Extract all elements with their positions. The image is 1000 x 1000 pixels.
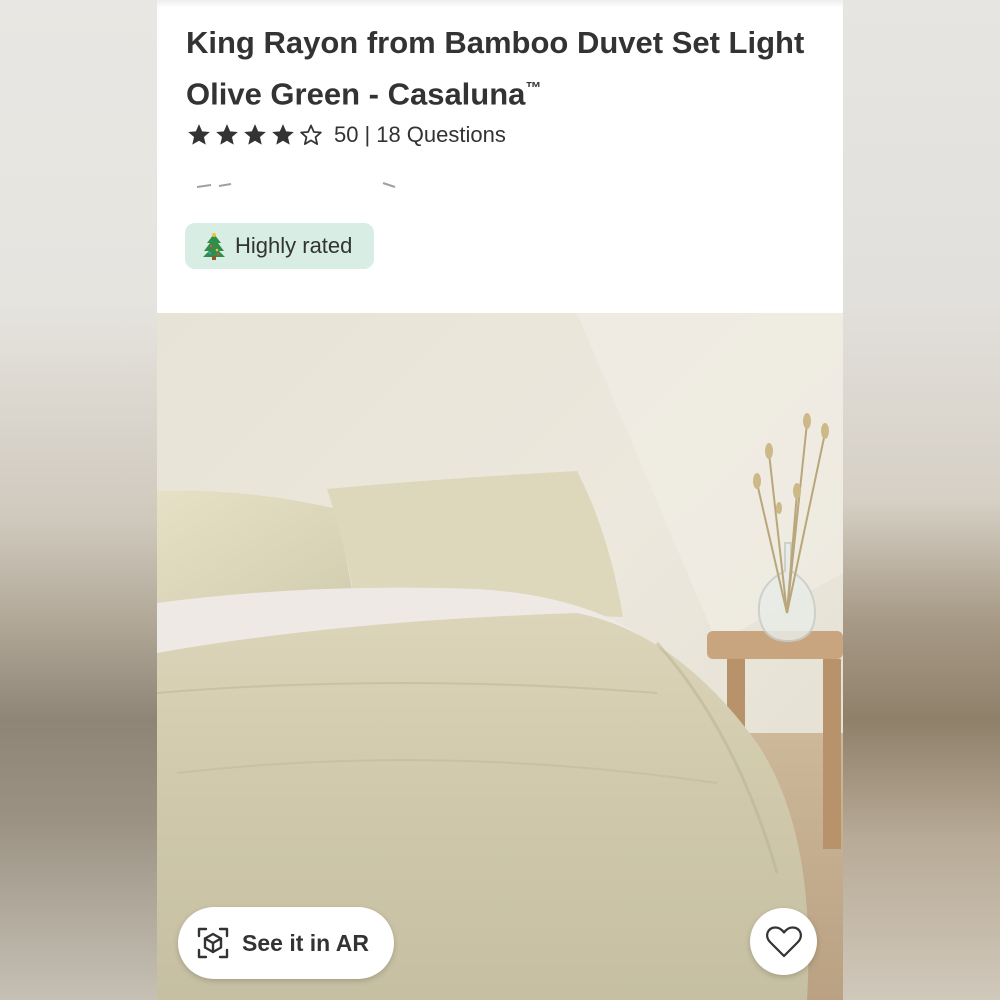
cropped-content-remnant: [197, 182, 396, 188]
rating-summary[interactable]: 50 | 18 Questions: [186, 118, 506, 152]
star-empty-icon: [300, 124, 322, 145]
review-count[interactable]: 50: [334, 122, 358, 148]
product-image[interactable]: See it in AR: [157, 313, 843, 1000]
star-rating: [186, 122, 324, 148]
ar-cube-icon: [197, 927, 229, 959]
rating-separator: |: [364, 122, 371, 147]
star-filled-icon: [244, 124, 266, 145]
highly-rated-badge: Highly rated: [185, 223, 374, 269]
christmas-tree-icon: [203, 233, 225, 260]
badge-label: Highly rated: [235, 233, 353, 258]
trademark-symbol: ™: [525, 80, 542, 97]
blurred-background-left: [0, 0, 157, 1000]
product-panel: King Rayon from Bamboo Duvet Set Light O…: [157, 0, 843, 1000]
favorite-button[interactable]: [750, 908, 817, 975]
product-title: King Rayon from Bamboo Duvet Set Light O…: [186, 25, 805, 112]
ar-button-label: See it in AR: [242, 929, 369, 956]
heart-outline-icon: [765, 925, 802, 957]
see-it-in-ar-button[interactable]: See it in AR: [178, 907, 394, 979]
top-divider: [157, 0, 843, 8]
star-filled-icon: [188, 124, 210, 145]
star-filled-icon: [272, 124, 294, 145]
questions-link[interactable]: 18 Questions: [376, 122, 506, 148]
blurred-background-right: [843, 0, 1000, 1000]
bedroom-scene-image: [157, 313, 843, 1000]
star-filled-icon: [216, 124, 238, 145]
